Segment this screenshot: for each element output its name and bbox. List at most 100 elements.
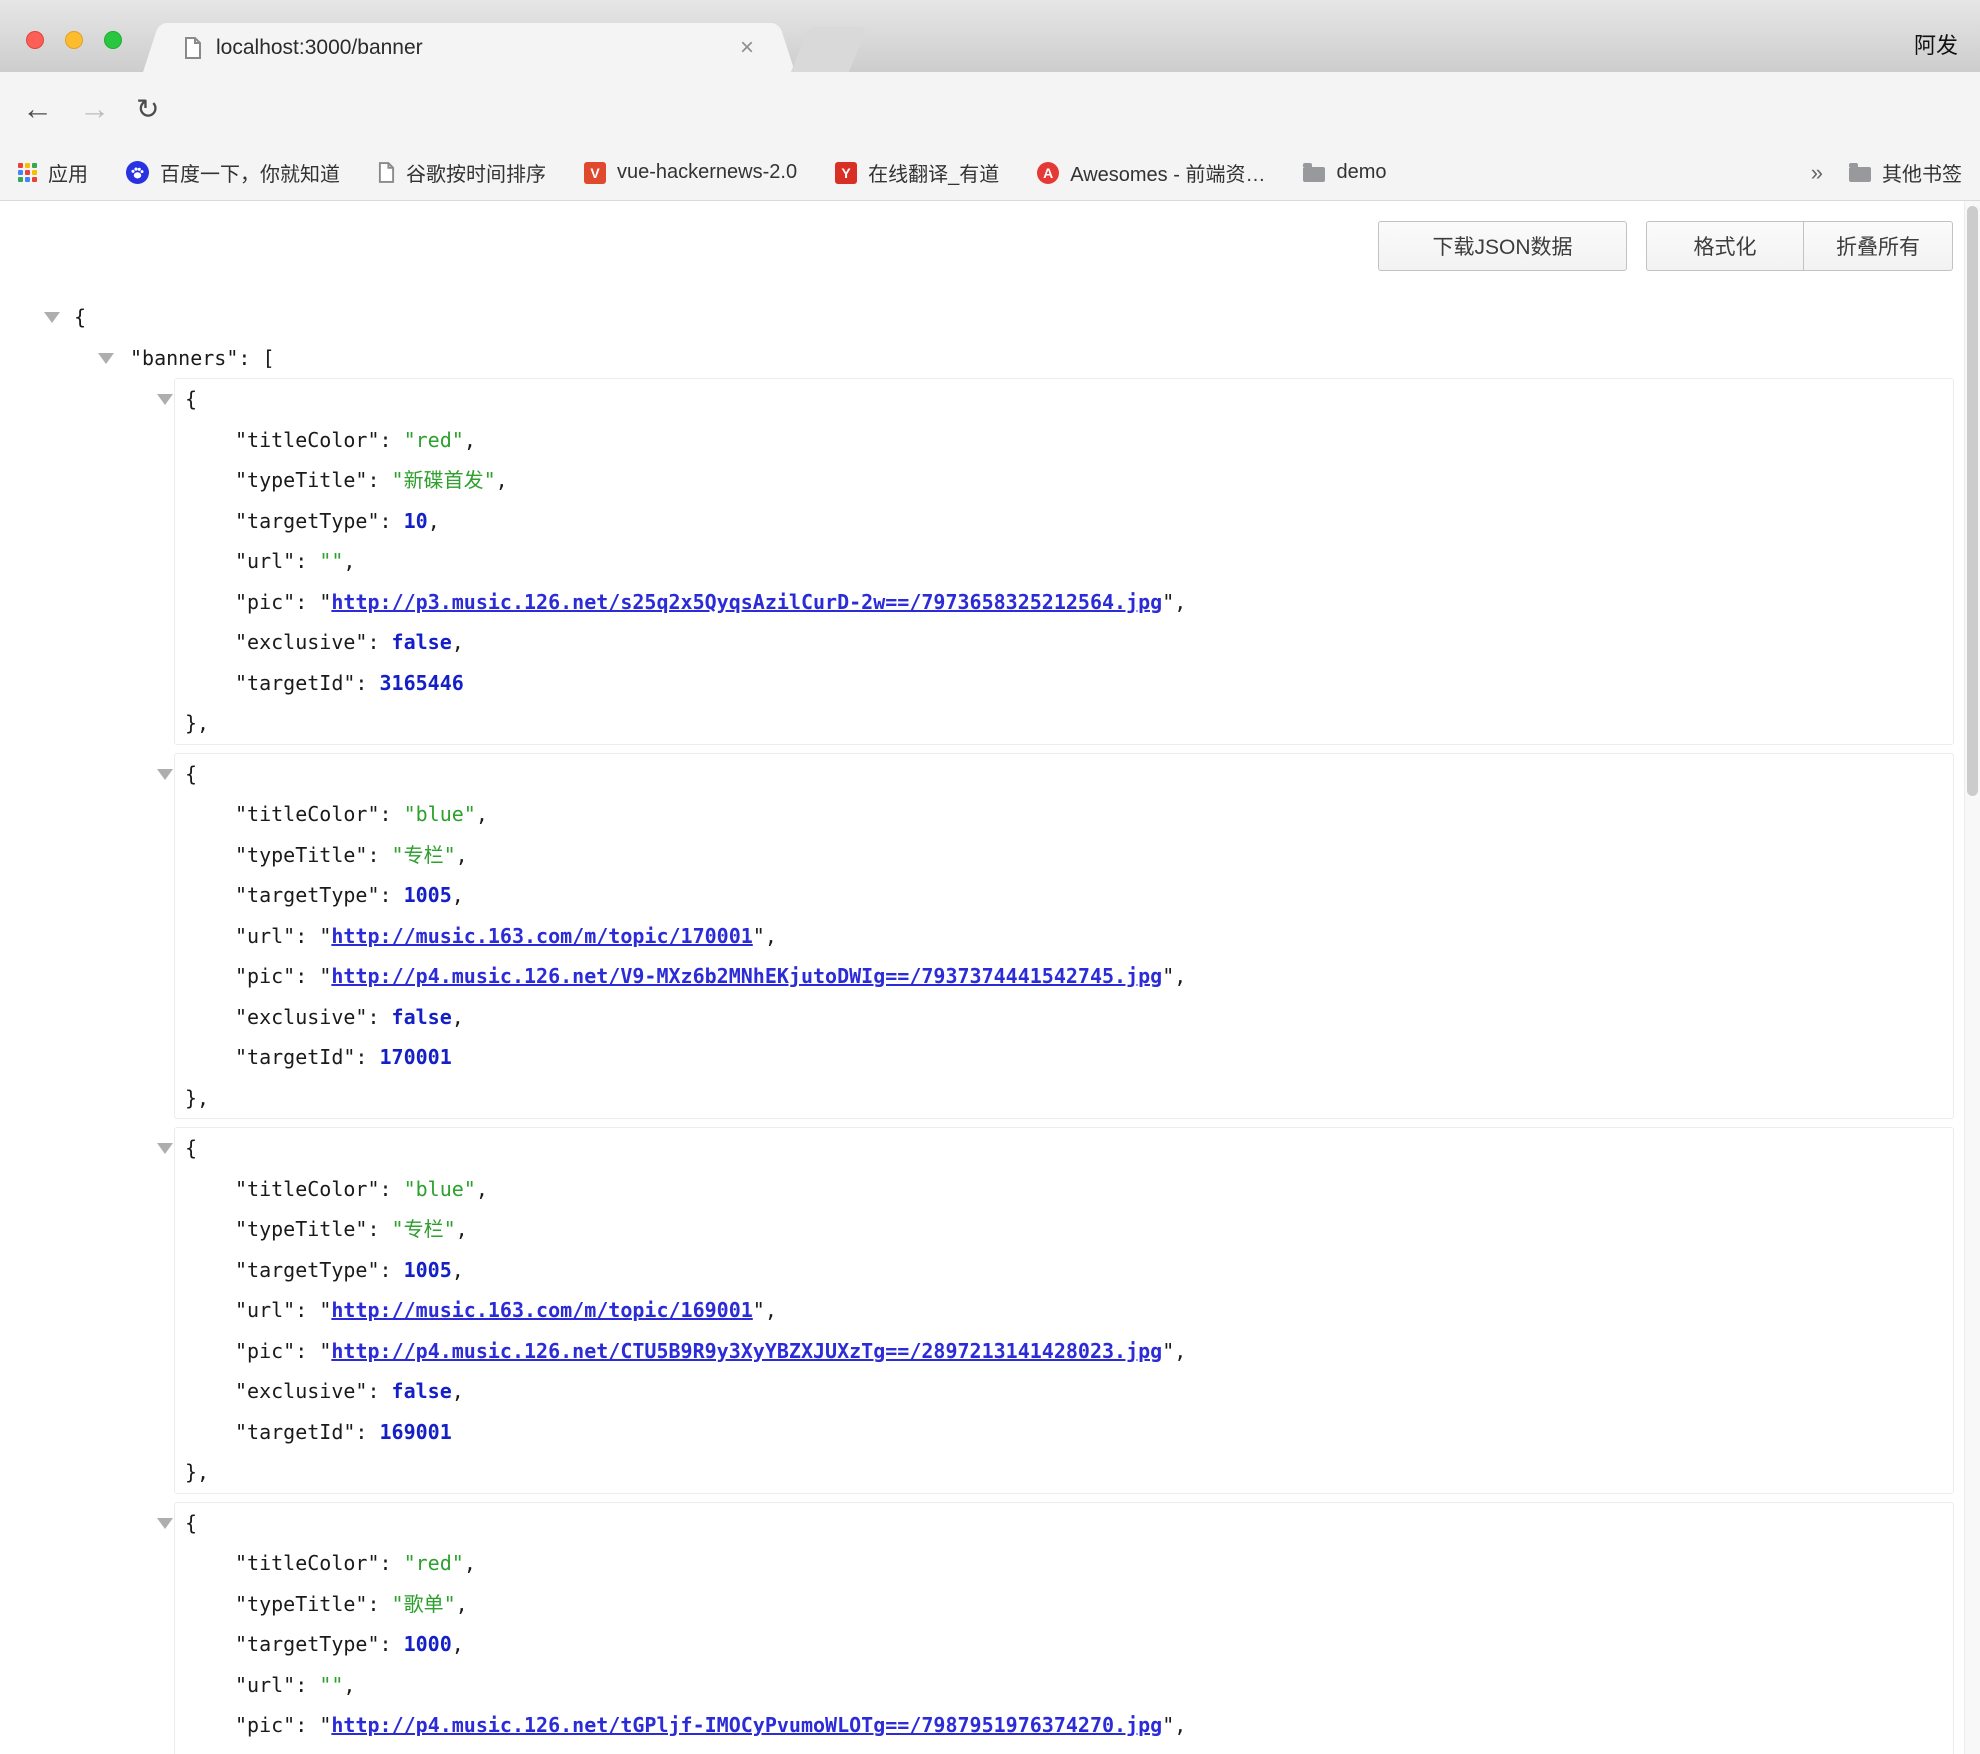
collapse-toggle-icon[interactable] (157, 1143, 173, 1154)
bookmark-apps[interactable]: 应用 (18, 158, 88, 187)
json-string-value: "专栏" (392, 1217, 456, 1241)
bookmark-baidu[interactable]: 百度一下，你就知道 (126, 158, 340, 187)
baidu-paw-icon (126, 161, 149, 184)
bookmarks-right-group: » 其他书签 (1811, 158, 1962, 187)
json-key: "pic" (235, 1339, 295, 1363)
chrome-profile-name[interactable]: 阿发 (1914, 28, 1958, 60)
collapse-toggle-icon[interactable] (157, 769, 173, 780)
object-open-brace: { (175, 754, 1953, 795)
json-number-value: 1005 (404, 1258, 452, 1282)
json-tree: {"banners": [{"titleColor": "red","typeT… (0, 297, 1964, 1754)
apps-grid-icon (18, 163, 37, 182)
json-field-targetId: "targetId": 3165446 (175, 663, 1953, 704)
json-field-pic: "pic": "http://p4.music.126.net/CTU5B9R9… (175, 1331, 1953, 1372)
banner-object-1: {"titleColor": "blue","typeTitle": "专栏",… (174, 753, 1954, 1120)
json-field-exclusive: "exclusive": false, (175, 997, 1953, 1038)
traffic-lights (26, 31, 122, 49)
json-field-pic: "pic": "http://p4.music.126.net/V9-MXz6b… (175, 956, 1953, 997)
maximize-window-button[interactable] (104, 31, 122, 49)
bookmarks-overflow-chevron[interactable]: » (1811, 160, 1823, 186)
json-field-url: "url": "http://music.163.com/m/topic/169… (175, 1290, 1953, 1331)
json-key: "url" (235, 1298, 295, 1322)
json-field-exclusive: "exclusive": false, (175, 1371, 1953, 1412)
json-number-value: 10 (404, 509, 428, 533)
reload-button[interactable]: ↻ (136, 92, 159, 125)
json-field-targetType: "targetType": 1000, (175, 1624, 1953, 1665)
banner-object-0: {"titleColor": "red","typeTitle": "新碟首发"… (174, 378, 1954, 745)
collapse-all-button[interactable]: 折叠所有 (1803, 221, 1953, 271)
window-titlebar: localhost:3000/banner × 阿发 (0, 0, 1980, 72)
json-link[interactable]: http://p4.music.126.net/V9-MXz6b2MNhEKju… (331, 964, 1162, 988)
json-field-typeTitle: "typeTitle": "专栏", (175, 835, 1953, 876)
json-number-value: 1005 (404, 883, 452, 907)
json-key: "pic" (235, 590, 295, 614)
close-window-button[interactable] (26, 31, 44, 49)
json-key: "titleColor" (235, 1177, 380, 1201)
json-key: "typeTitle" (235, 1217, 367, 1241)
new-tab-button[interactable] (791, 27, 867, 72)
bookmark-label: 谷歌按时间排序 (406, 158, 546, 187)
json-string-value: "歌单" (392, 1592, 456, 1616)
json-link[interactable]: http://p3.music.126.net/s25q2x5QyqsAzilC… (331, 590, 1162, 614)
bookmark-youdao-translate[interactable]: Y 在线翻译_有道 (835, 158, 999, 187)
json-key: "targetType" (235, 883, 380, 907)
back-button[interactable]: ← (22, 91, 53, 127)
json-key: "titleColor" (235, 802, 380, 826)
json-field-pic: "pic": "http://p3.music.126.net/s25q2x5Q… (175, 582, 1953, 623)
download-json-button[interactable]: 下载JSON数据 (1378, 221, 1627, 271)
json-field-typeTitle: "typeTitle": "歌单", (175, 1584, 1953, 1625)
json-field-pic: "pic": "http://p4.music.126.net/tGPljf-I… (175, 1705, 1953, 1746)
json-field-typeTitle: "typeTitle": "专栏", (175, 1209, 1953, 1250)
json-key: "titleColor" (235, 1551, 380, 1575)
scrollbar-thumb[interactable] (1967, 206, 1978, 796)
vertical-scrollbar[interactable] (1964, 201, 1980, 1754)
bookmark-vue-hackernews[interactable]: V vue-hackernews-2.0 (584, 161, 797, 184)
banner-object-2: {"titleColor": "blue","typeTitle": "专栏",… (174, 1127, 1954, 1494)
json-link[interactable]: http://p4.music.126.net/CTU5B9R9y3XyYBZX… (331, 1339, 1162, 1363)
object-open-brace: { (175, 379, 1953, 420)
bookmark-google-sort[interactable]: 谷歌按时间排序 (378, 158, 546, 187)
json-key: "url" (235, 1673, 295, 1697)
forward-button[interactable]: → (79, 91, 110, 127)
json-field-url: "url": "", (175, 541, 1953, 582)
json-link[interactable]: http://music.163.com/m/topic/169001 (331, 1298, 752, 1322)
json-boolean-value: false (392, 1005, 452, 1029)
json-link[interactable]: http://music.163.com/m/topic/170001 (331, 924, 752, 948)
json-string-value: "新碟首发" (392, 468, 496, 492)
json-number-value: 170001 (380, 1045, 452, 1069)
json-number-value: 1000 (404, 1632, 452, 1656)
collapse-toggle-icon[interactable] (157, 1518, 173, 1529)
json-link[interactable]: http://p4.music.126.net/tGPljf-IMOCyPvum… (331, 1713, 1162, 1737)
bookmark-label: 百度一下，你就知道 (160, 158, 340, 187)
json-key: "targetType" (235, 509, 380, 533)
object-close-brace: }, (175, 1078, 1953, 1119)
json-key: "exclusive" (235, 630, 367, 654)
collapse-toggle-icon[interactable] (98, 353, 114, 364)
json-key: "url" (235, 549, 295, 573)
json-string-value: "专栏" (392, 843, 456, 867)
folder-icon (1849, 167, 1871, 182)
json-field-url: "url": "http://music.163.com/m/topic/170… (175, 916, 1953, 957)
bookmark-demo-folder[interactable]: demo (1303, 161, 1386, 184)
json-banners-key: "banners": [ (0, 338, 1964, 379)
collapse-toggle-icon[interactable] (157, 394, 173, 405)
page-favicon-icon (184, 37, 202, 59)
awesomes-letter-icon: A (1037, 162, 1059, 184)
json-boolean-value: false (392, 630, 452, 654)
folder-icon (1303, 167, 1325, 182)
tab-close-icon[interactable]: × (740, 38, 754, 58)
json-number-value: 169001 (380, 1420, 452, 1444)
json-key: "pic" (235, 1713, 295, 1737)
bookmark-label: 在线翻译_有道 (868, 158, 999, 187)
collapse-toggle-icon[interactable] (44, 312, 60, 323)
bookmark-awesomes[interactable]: A Awesomes - 前端资… (1037, 158, 1265, 187)
minimize-window-button[interactable] (65, 31, 83, 49)
other-bookmarks[interactable]: 其他书签 (1849, 158, 1962, 187)
browser-tab[interactable]: localhost:3000/banner × (164, 23, 774, 72)
bookmark-label: demo (1336, 161, 1386, 184)
format-button[interactable]: 格式化 (1646, 221, 1804, 271)
json-field-titleColor: "titleColor": "blue", (175, 1169, 1953, 1210)
json-string-value: "" (319, 549, 343, 573)
json-field-targetType: "targetType": 10, (175, 501, 1953, 542)
bookmark-label: 应用 (48, 158, 88, 187)
